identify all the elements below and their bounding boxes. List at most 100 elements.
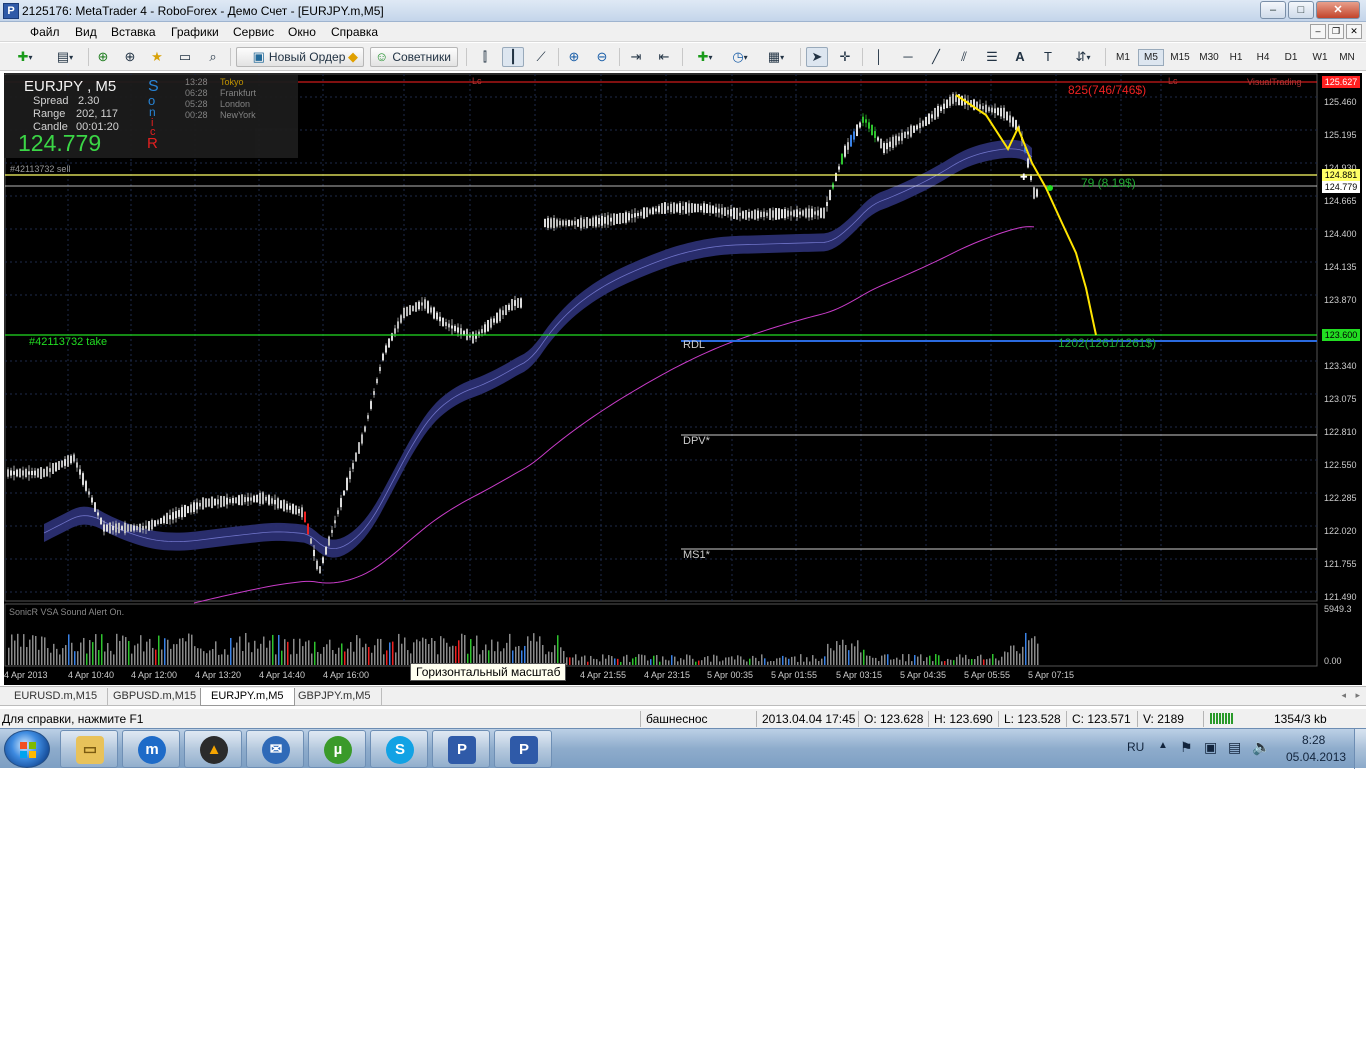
take-profit-label[interactable]: #42113732 take — [29, 336, 107, 348]
time-axis-label: 4 Apr 13:20 — [195, 670, 242, 680]
taskbar-app-thunderbird[interactable]: ✉ — [246, 730, 304, 768]
price-axis-label: 123.075 — [1324, 394, 1357, 404]
price-chart[interactable]: ✚ EURJPY , M5 Spread 2.30 Range 202, 117… — [4, 73, 1362, 685]
chart-minimize-button[interactable]: – — [1310, 24, 1326, 39]
lc-label: Lc — [472, 76, 482, 86]
timeframe-m1[interactable]: M1 — [1110, 49, 1136, 66]
profile-name[interactable]: башнеснос — [646, 712, 708, 726]
order-icon: ▣ — [252, 49, 265, 64]
candlestick-button[interactable]: ┃ — [502, 47, 524, 67]
menu-charts[interactable]: Графики — [171, 25, 219, 39]
menu-tools[interactable]: Сервис — [233, 25, 274, 39]
periods-button[interactable]: ◷ ▾ — [724, 47, 756, 67]
session-time: 06:28 — [185, 88, 208, 98]
device-icon[interactable]: ▣ — [1204, 739, 1217, 756]
sell-order-label[interactable]: #42113732 sell — [10, 164, 70, 174]
crosshair-button[interactable]: ✛ — [834, 47, 856, 67]
chart-close-button[interactable]: ✕ — [1346, 24, 1362, 39]
profiles-icon: ▤ — [56, 49, 70, 64]
show-hidden-icons[interactable]: ▲ — [1158, 740, 1168, 751]
templates-button[interactable]: ▦ ▾ — [760, 47, 792, 67]
taskbar-app-utorrent[interactable]: µ — [308, 730, 366, 768]
taskbar-app-metatrader[interactable]: P — [432, 730, 490, 768]
start-button[interactable] — [4, 730, 50, 768]
market-watch-button[interactable]: ⊕ — [92, 47, 114, 67]
network-icon[interactable]: ▤ — [1228, 739, 1241, 756]
timeframe-d1[interactable]: D1 — [1278, 49, 1304, 66]
action-center-icon[interactable]: ⚑ — [1180, 739, 1193, 756]
data-window-button[interactable]: ⊕ — [119, 47, 141, 67]
text-label-button[interactable]: T — [1037, 47, 1059, 67]
maximize-button[interactable]: □ — [1288, 1, 1314, 19]
star-icon: ★ — [151, 49, 163, 64]
timeframe-h4[interactable]: H4 — [1250, 49, 1276, 66]
taskbar-app-metatrader-2[interactable]: P — [494, 730, 552, 768]
navigator-button[interactable]: ★ — [146, 47, 168, 67]
show-desktop-button[interactable] — [1354, 729, 1366, 769]
cursor-button[interactable]: ➤ — [806, 47, 828, 67]
rdl-label: RDL — [683, 339, 706, 351]
advisor-icon: ☺ — [375, 49, 389, 64]
tab-scroll-left-icon[interactable]: ◂ — [1341, 690, 1346, 701]
horizontal-line-button[interactable]: ─ — [897, 47, 919, 67]
tab-scroll-right-icon[interactable]: ▸ — [1355, 690, 1360, 701]
tab-gbpjpy[interactable]: GBPJPY.m,M5 — [288, 688, 382, 706]
tab-gbpusd[interactable]: GBPUSD.m,M15 — [103, 688, 208, 706]
bar-chart-button[interactable]: ⫿ — [474, 47, 496, 67]
timeframe-m30[interactable]: M30 — [1195, 49, 1223, 66]
taskbar-app-maxthon[interactable]: m — [122, 730, 180, 768]
taskbar-app-explorer[interactable]: ▭ — [60, 730, 118, 768]
language-indicator[interactable]: RU — [1127, 740, 1144, 754]
skype-icon: S — [386, 736, 414, 764]
metaeditor-button[interactable]: ◆ — [342, 47, 364, 67]
text-button[interactable]: A — [1009, 47, 1031, 67]
expert-advisors-button[interactable]: ☺ Советники — [370, 47, 458, 67]
tester-button[interactable]: ⌕ — [202, 47, 224, 67]
new-chart-button[interactable]: ✚ ▾ — [8, 47, 42, 67]
zoom-out-icon: ⊖ — [596, 49, 608, 64]
text-icon: A — [1015, 49, 1025, 64]
close-button[interactable]: ✕ — [1316, 1, 1360, 19]
chart-shift-button[interactable]: ⇤ — [653, 47, 675, 67]
horizontal-line-icon: ─ — [903, 49, 913, 64]
aimp-icon: ▲ — [200, 736, 228, 764]
vertical-line-button[interactable]: │ — [868, 47, 890, 67]
explorer-icon: ▭ — [76, 736, 104, 764]
tab-eurusd[interactable]: EURUSD.m,M15 — [4, 688, 109, 706]
timeframe-m15[interactable]: M15 — [1166, 49, 1194, 66]
menu-insert[interactable]: Вставка — [111, 25, 156, 39]
menu-view[interactable]: Вид — [75, 25, 97, 39]
line-chart-button[interactable]: ⟋ — [530, 47, 552, 67]
timeframe-h1[interactable]: H1 — [1223, 49, 1249, 66]
timeframe-mn[interactable]: MN — [1334, 49, 1360, 66]
chart-restore-button[interactable]: ❐ — [1328, 24, 1344, 39]
profiles-button[interactable]: ▤ ▾ — [48, 47, 82, 67]
terminal-button[interactable]: ▭ — [174, 47, 196, 67]
clock-time[interactable]: 8:28 — [1302, 733, 1325, 747]
taskbar-app-skype[interactable]: S — [370, 730, 428, 768]
session-time: 13:28 — [185, 77, 208, 87]
session-name: Frankfurt — [220, 88, 257, 98]
arrows-button[interactable]: ⇵ ▾ — [1066, 47, 1100, 67]
zoom-in-button[interactable]: ⊕ — [563, 47, 585, 67]
title-bar: P 2125176: MetaTrader 4 - RoboForex - Де… — [0, 0, 1366, 22]
time-axis-label: 5 Apr 05:55 — [964, 670, 1011, 680]
volume-icon[interactable]: 🔈 — [1252, 738, 1271, 756]
clock-date[interactable]: 05.04.2013 — [1286, 750, 1346, 764]
fibonacci-button[interactable]: ☰ — [981, 47, 1003, 67]
spread-value: 2.30 — [78, 95, 100, 107]
zoom-out-button[interactable]: ⊖ — [591, 47, 613, 67]
menu-file[interactable]: Файл — [30, 25, 60, 39]
timeframe-w1[interactable]: W1 — [1307, 49, 1333, 66]
timeframe-m5[interactable]: M5 — [1138, 49, 1164, 66]
channel-button[interactable]: ⫽ — [953, 47, 975, 67]
time-axis-label: 4 Apr 14:40 — [259, 670, 306, 680]
indicators-button[interactable]: ✚ ▾ — [688, 47, 722, 67]
taskbar-app-aimp[interactable]: ▲ — [184, 730, 242, 768]
trendline-button[interactable]: ╱ — [925, 47, 947, 67]
autoscroll-button[interactable]: ⇥ — [625, 47, 647, 67]
minimize-button[interactable]: – — [1260, 1, 1286, 19]
menu-window[interactable]: Окно — [288, 25, 316, 39]
tab-eurjpy[interactable]: EURJPY.m,M5 — [200, 688, 295, 706]
menu-help[interactable]: Справка — [331, 25, 378, 39]
